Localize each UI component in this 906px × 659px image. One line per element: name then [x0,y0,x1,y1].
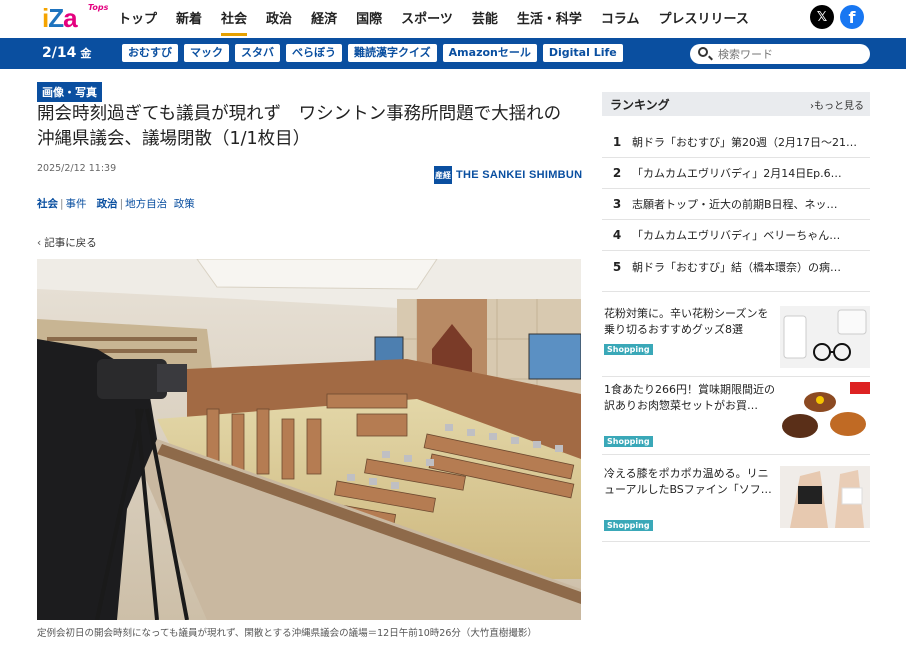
chevron-left-icon: ‹ [37,237,42,249]
logo-wordmark: iZa [42,3,78,33]
shopping-ad[interactable]: 冷える膝をポカポカ温める。リニューアルしたBSファイン「ソフ… Shopping [602,466,870,532]
divider [602,541,870,542]
ranking-item[interactable]: 1 朝ドラ「おむすび」第20週（2月17日～21日） [602,127,870,158]
nav-item-press-release[interactable]: プレスリリース [659,8,749,27]
logo-tag: Tops [88,3,109,12]
facebook-icon[interactable]: f [840,5,864,29]
tag-mac[interactable]: マック [184,44,229,62]
source-logo[interactable]: 産経 THE SANKEI SHIMBUN [434,166,582,184]
nav-item-economy[interactable]: 経済 [311,8,337,27]
category-incident[interactable]: 事件 [66,198,87,210]
pollen-goods-image [780,306,870,368]
category-society[interactable]: 社会 [37,198,58,210]
category-links: 社会 | 事件 政治 | 地方自治 政策 [37,196,195,211]
ad-thumbnail [780,382,870,444]
tag-omusubi[interactable]: おむすび [122,44,178,62]
nav-item-new[interactable]: 新着 [176,8,202,27]
rank-number: 2 [612,166,622,180]
article-photo[interactable] [37,259,581,620]
rank-title: 朝ドラ「おむすび」結（橋本環奈）の病… [632,260,841,274]
ad-thumbnail [780,306,870,368]
divider [602,291,870,292]
rank-title: 朝ドラ「おむすび」第20週（2月17日～21日） [632,136,868,149]
shopping-ad[interactable]: 花粉対策に。辛い花粉シーズンを乗り切るおすすめグッズ8選 Shopping [602,306,870,372]
category-sep: | [119,198,124,210]
sub-header: 2/14 金 おむすび マック スタバ べらぼう 難読漢字クイズ Amazonセー… [0,38,906,69]
date-value: 2/14 [42,45,77,61]
back-to-article-link[interactable]: ‹ 記事に戻る [37,235,97,250]
rank-title: 志願者トップ・近大の前期B日程、ネッ… [632,198,838,211]
category-politics[interactable]: 政治 [97,198,118,210]
back-label: 記事に戻る [44,237,97,249]
nav-item-sports[interactable]: スポーツ [401,8,453,27]
ranking-header: ランキング ›もっと見る [602,92,870,116]
shopping-label: Shopping [604,520,653,531]
ad-title: 1食あたり266円！賞味期限間近の訳ありお肉惣菜セットがお買… [604,383,775,412]
rank-number: 4 [612,228,622,242]
ranking-more-link[interactable]: ›もっと見る [810,97,864,112]
rank-title: 「カムカムエヴリバディ」2月14日Ep.6… [632,167,842,180]
ranking-title: ランキング [610,98,670,112]
rank-title: 「カムカムエヴリバディ」ベリーちゃん… [632,229,841,242]
meat-dish-image [780,382,870,444]
nav-item-top[interactable]: トップ [118,8,157,27]
nav-item-life-science[interactable]: 生活・科学 [517,8,582,27]
category-local-gov[interactable]: 地方自治 [125,198,167,210]
shopping-label: Shopping [604,344,653,355]
knee-warmer-image [780,466,870,528]
nav-item-politics[interactable]: 政治 [266,8,292,27]
rank-number: 1 [612,135,622,149]
today-date: 2/14 金 [42,45,91,61]
tag-berabou[interactable]: べらぼう [286,44,342,62]
divider [602,454,870,455]
rank-number: 5 [612,259,622,274]
nav-item-column[interactable]: コラム [601,8,640,27]
top-header: iZa Tops トップ 新着 社会 政治 経済 国際 スポーツ 芸能 生活・科… [0,0,906,38]
ranking-item[interactable]: 4 「カムカムエヴリバディ」ベリーちゃん… [602,220,870,251]
site-logo[interactable]: iZa Tops [42,1,108,35]
photo-caption: 定例会初日の開会時刻になっても議員が現れず、閑散とする沖縄県議会の議場＝12日午… [37,628,537,639]
divider [602,376,870,377]
search-input[interactable] [718,46,858,62]
category-policy[interactable]: 政策 [174,198,195,210]
publish-date: 2025/2/12 11:39 [37,163,117,174]
rank-number: 3 [612,197,622,211]
shopping-ad[interactable]: 1食あたり266円！賞味期限間近の訳ありお肉惣菜セットがお買… Shopping [602,382,870,448]
weekday: 金 [80,47,92,60]
category-sep: | [60,198,64,210]
gallery-badge: 画像・写真 [37,82,102,102]
tag-kanji-quiz[interactable]: 難読漢字クイズ [348,44,437,62]
sankei-mark-icon: 産経 [434,166,452,184]
trending-tags: おむすび マック スタバ べらぼう 難読漢字クイズ Amazonセール Digi… [122,44,629,62]
ranking-item[interactable]: 3 志願者トップ・近大の前期B日程、ネッ… [602,189,870,220]
nav-item-international[interactable]: 国際 [356,8,382,27]
article-title: 開会時刻過ぎても議員が現れず ワシントン事務所問題で大揺れの沖縄県議会、議場閉散… [37,104,562,149]
tag-digital-life[interactable]: Digital Life [542,44,623,62]
assembly-hall-image [37,259,581,620]
nav-item-entertainment[interactable]: 芸能 [472,8,498,27]
ad-thumbnail [780,466,870,528]
source-name: THE SANKEI SHIMBUN [456,169,583,181]
ranking-item[interactable]: 2 「カムカムエヴリバディ」2月14日Ep.6… [602,158,870,189]
ad-title: 冷える膝をポカポカ温める。リニューアルしたBSファイン「ソフ… [604,467,772,496]
main-nav: トップ 新着 社会 政治 経済 国際 スポーツ 芸能 生活・科学 コラム プレス… [118,8,768,36]
tag-starbucks[interactable]: スタバ [235,44,280,62]
x-icon[interactable]: 𝕏 [810,5,834,29]
ranking-item[interactable]: 5 朝ドラ「おむすび」結（橋本環奈）の病… [602,251,870,282]
search-icon[interactable] [698,47,708,57]
search-box[interactable] [690,44,870,64]
ad-title: 花粉対策に。辛い花粉シーズンを乗り切るおすすめグッズ8選 [604,307,769,336]
shopping-label: Shopping [604,436,653,447]
ranking-list: 1 朝ドラ「おむすび」第20週（2月17日～21日） 2 「カムカムエヴリバディ… [602,127,870,282]
more-label: もっと見る [814,101,864,112]
nav-item-society[interactable]: 社会 [221,8,248,36]
tag-amazon-sale[interactable]: Amazonセール [442,44,537,62]
